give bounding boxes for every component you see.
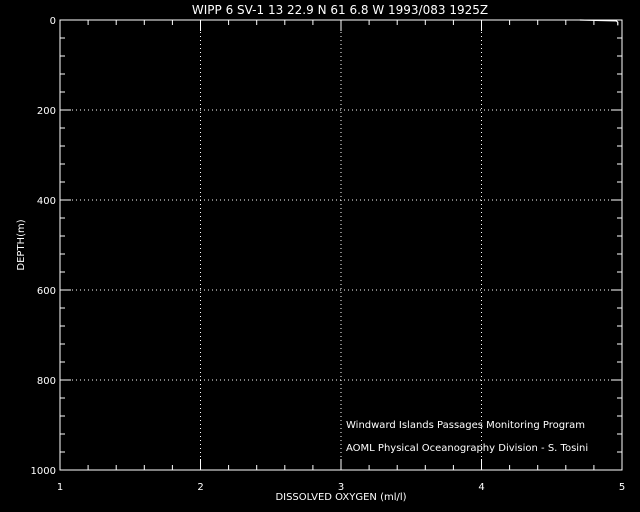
annotation-program: Windward Islands Passages Monitoring Pro… [346, 420, 585, 431]
y-tick-label: 600 [37, 286, 56, 297]
x-tick-label: 5 [619, 482, 625, 493]
grid-lines [60, 20, 622, 470]
x-tick-label: 2 [197, 482, 203, 493]
y-axis-label: DEPTH(m) [16, 219, 27, 270]
y-tick-label: 200 [37, 106, 56, 117]
oxygen-profile-line [579, 19, 619, 26]
y-tick-labels: 0 200 400 600 800 1000 [31, 16, 56, 477]
y-tick-label: 400 [37, 196, 56, 207]
data-series [579, 19, 619, 26]
dissolved-oxygen-profile-chart: WIPP 6 SV-1 13 22.9 N 61 6.8 W 1993/083 … [16, 3, 625, 503]
chart-title: WIPP 6 SV-1 13 22.9 N 61 6.8 W 1993/083 … [192, 3, 488, 17]
y-tick-label: 800 [37, 376, 56, 387]
y-tick-label: 1000 [31, 466, 56, 477]
x-axis-label: DISSOLVED OXYGEN (ml/l) [275, 492, 406, 503]
x-tick-label: 1 [57, 482, 63, 493]
y-tick-label: 0 [50, 16, 56, 27]
annotation-division: AOML Physical Oceanography Division - S.… [346, 443, 588, 454]
x-tick-label: 4 [478, 482, 484, 493]
